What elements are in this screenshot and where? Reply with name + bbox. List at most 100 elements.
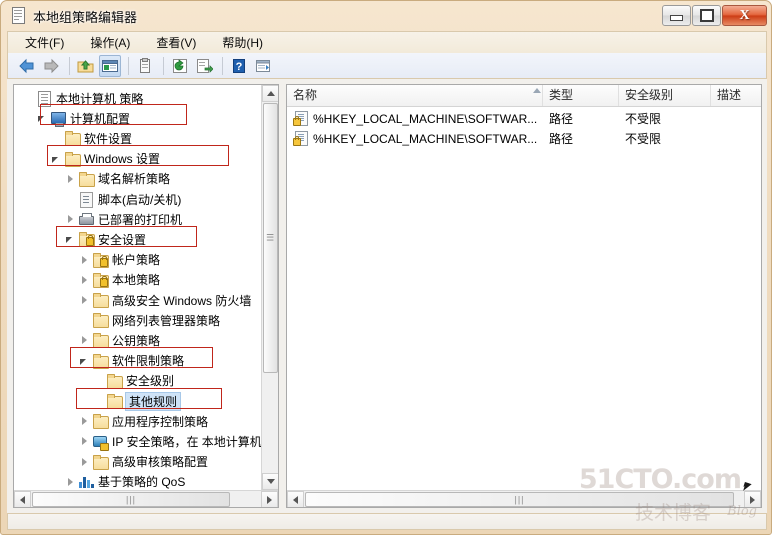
tree-item[interactable]: 安全级别 — [92, 371, 178, 391]
menu-action[interactable]: 操作(A) — [87, 33, 133, 52]
console-tree-pane[interactable]: 本地计算机 策略 计算机配置软件设置 Windows 设置域名解析策略脚本(启动/关… — [13, 84, 279, 508]
tree-scroll-down-button[interactable] — [262, 473, 278, 490]
show-hide-tree-icon[interactable] — [99, 54, 121, 77]
help-icon[interactable]: ? — [228, 55, 250, 77]
list-scroll-left-button[interactable] — [287, 491, 304, 507]
clipboard-icon[interactable] — [134, 55, 156, 77]
back-arrow-icon[interactable] — [16, 55, 38, 77]
tree-item[interactable]: 帐户策略 — [78, 250, 164, 270]
close-button[interactable]: X — [722, 5, 767, 26]
menu-file[interactable]: 文件(F) — [22, 33, 67, 52]
maximize-button[interactable] — [692, 5, 721, 26]
folder-icon — [64, 130, 81, 147]
tree-item-label: 脚本(启动/关机) — [98, 192, 182, 207]
expand-twisty-icon[interactable] — [64, 212, 78, 226]
close-icon: X — [739, 7, 750, 23]
tree-item-label: 已部署的打印机 — [98, 212, 183, 227]
twisty-placeholder — [92, 374, 106, 388]
toolbar: ? — [7, 53, 767, 79]
minimize-icon — [670, 15, 683, 21]
tree-item[interactable]: 本地策略 — [78, 270, 164, 290]
tree-horizontal-scrollbar[interactable]: ||| — [14, 490, 278, 507]
column-description[interactable]: 描述 — [711, 85, 761, 106]
folder-icon — [92, 312, 109, 329]
tree-item-label: 软件限制策略 — [112, 354, 185, 369]
properties-icon[interactable] — [252, 55, 274, 77]
tree-scroll-up-button[interactable] — [262, 85, 278, 102]
window-title: 本地组策略编辑器 — [33, 10, 138, 25]
tree-hscroll-thumb[interactable]: ||| — [32, 492, 230, 507]
menu-help[interactable]: 帮助(H) — [219, 33, 266, 52]
tree-item[interactable]: 应用程序控制策略 — [78, 411, 212, 431]
cell-name: %HKEY_LOCAL_MACHINE\SOFTWAR... — [313, 132, 538, 146]
expand-twisty-icon[interactable] — [78, 414, 92, 428]
tree-item[interactable]: 域名解析策略 — [64, 169, 174, 189]
tree-item-label: 应用程序控制策略 — [112, 414, 209, 429]
tree-item[interactable]: 安全设置 — [64, 229, 150, 249]
tree-item-label: 高级安全 Windows 防火墙 — [112, 293, 252, 308]
toolbar-separator — [163, 56, 164, 75]
title-bar[interactable]: 本地组策略编辑器 X — [1, 1, 772, 31]
path-rule-icon — [293, 111, 308, 126]
chevron-up-icon — [266, 91, 275, 96]
collapse-twisty-icon[interactable] — [50, 152, 64, 166]
collapse-twisty-icon[interactable] — [36, 111, 50, 125]
expand-twisty-icon[interactable] — [78, 253, 92, 267]
tree-item[interactable]: 网络列表管理器策略 — [78, 310, 224, 330]
expand-twisty-icon[interactable] — [64, 172, 78, 186]
table-row[interactable]: %HKEY_LOCAL_MACHINE\SOFTWAR... 路径 不受限 — [287, 129, 761, 149]
minimize-button[interactable] — [662, 5, 691, 26]
export-list-icon[interactable] — [193, 55, 215, 77]
tree-item[interactable]: 软件设置 — [50, 128, 136, 148]
tree-item[interactable]: 高级审核策略配置 — [78, 452, 212, 472]
list-horizontal-scrollbar[interactable]: ||| — [287, 490, 761, 507]
expand-twisty-icon[interactable] — [64, 475, 78, 489]
tree-scroll-right-button[interactable] — [261, 491, 278, 507]
tree-scroll-left-button[interactable] — [14, 491, 31, 507]
tree-scroll-thumb[interactable]: ☰ — [263, 103, 278, 373]
collapse-twisty-icon[interactable] — [78, 354, 92, 368]
tree-item[interactable]: 其他规则 — [92, 391, 182, 411]
tree-item-label: 帐户策略 — [112, 253, 161, 268]
collapse-twisty-icon[interactable] — [64, 232, 78, 246]
cell-type: 路径 — [549, 132, 574, 146]
table-row[interactable]: %HKEY_LOCAL_MACHINE\SOFTWAR... 路径 不受限 — [287, 109, 761, 129]
tree-item[interactable]: IP 安全策略，在 本地计算机 — [78, 431, 262, 452]
tree-item[interactable]: 基于策略的 QoS — [64, 472, 189, 490]
tree-item[interactable]: 公钥策略 — [78, 330, 164, 350]
column-security-level[interactable]: 安全级别 — [619, 85, 711, 106]
expand-twisty-icon[interactable] — [78, 434, 92, 448]
refresh-icon[interactable] — [169, 55, 191, 77]
expand-twisty-icon[interactable] — [78, 455, 92, 469]
expand-twisty-icon[interactable] — [78, 333, 92, 347]
tree-item[interactable]: 脚本(启动/关机) — [64, 189, 185, 209]
forward-arrow-icon[interactable] — [40, 55, 62, 77]
menu-view[interactable]: 查看(V) — [153, 33, 199, 52]
tree-item[interactable]: 高级安全 Windows 防火墙 — [78, 290, 255, 310]
tree-item[interactable]: 本地计算机 策略 — [22, 88, 147, 108]
up-folder-icon[interactable] — [75, 55, 97, 77]
tree-item[interactable]: Windows 设置 — [50, 149, 164, 169]
result-list-pane[interactable]: 名称 类型 安全级别 描述 %HKEY_LOCAL_MACHINE\SOFTWA… — [286, 84, 762, 508]
list-hscroll-thumb[interactable]: ||| — [305, 492, 734, 507]
column-name[interactable]: 名称 — [287, 85, 543, 106]
tree-item-label: 软件设置 — [84, 131, 133, 146]
expand-twisty-icon[interactable] — [78, 293, 92, 307]
tree-scroll-viewport: 本地计算机 策略 计算机配置软件设置 Windows 设置域名解析策略脚本(启动/关… — [14, 85, 262, 490]
folder-icon — [92, 292, 109, 308]
tree-item[interactable]: 软件限制策略 — [78, 351, 188, 371]
tree-item[interactable]: 已部署的打印机 — [64, 209, 186, 229]
lock-folder-icon — [78, 231, 95, 248]
tree-item[interactable]: 计算机配置 — [36, 108, 134, 128]
app-window: 本地组策略编辑器 X 文件(F) 操作(A) 查看(V) 帮助(H) ? 本地计… — [0, 0, 772, 535]
list-scroll-right-button[interactable] — [744, 491, 761, 507]
status-bar — [7, 513, 767, 530]
expand-twisty-icon[interactable] — [78, 273, 92, 287]
chevron-left-icon — [293, 495, 298, 504]
tree-item-label: 基于策略的 QoS — [98, 475, 186, 490]
tree-vertical-scrollbar[interactable]: ☰ — [261, 85, 278, 490]
column-type[interactable]: 类型 — [543, 85, 619, 106]
tree-item-label: IP 安全策略，在 本地计算机 — [112, 434, 262, 449]
folder-icon — [106, 393, 123, 409]
tree-item-label: Windows 设置 — [84, 152, 161, 167]
